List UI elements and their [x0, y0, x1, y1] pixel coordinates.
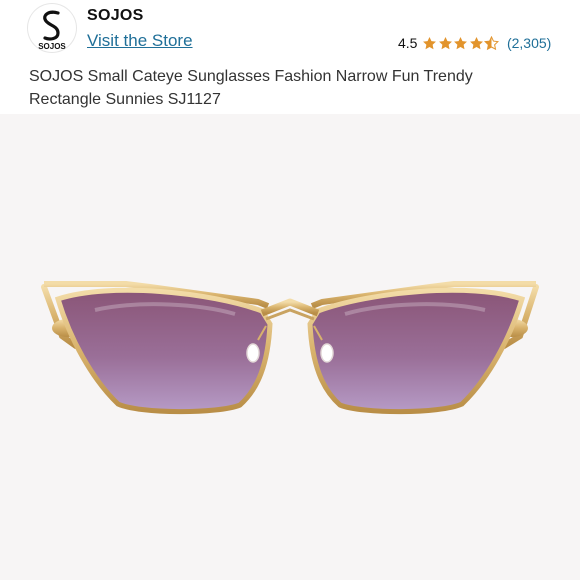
store-header: SOJOS SOJOS Visit the Store 4.5 (2,305): [0, 0, 580, 60]
star-rating[interactable]: [422, 35, 500, 51]
sunglasses-image: [0, 114, 580, 580]
product-rating[interactable]: 4.5 (2,305): [398, 33, 551, 53]
star-half-icon: [484, 35, 500, 50]
product-image[interactable]: [0, 114, 580, 580]
star-full-icon: [439, 36, 452, 49]
rating-count-link[interactable]: (2,305): [507, 35, 551, 51]
rating-value: 4.5: [398, 35, 418, 51]
product-title: SOJOS Small Cateye Sunglasses Fashion Na…: [29, 68, 473, 108]
star-full-icon: [454, 36, 468, 49]
visit-store-link[interactable]: Visit the Store: [87, 31, 193, 51]
star-full-icon: [470, 36, 483, 49]
store-logo-icon[interactable]: SOJOS: [28, 4, 76, 52]
logo-wordmark: SOJOS: [38, 42, 66, 51]
store-name: SOJOS: [87, 7, 144, 24]
star-full-icon: [423, 36, 437, 49]
